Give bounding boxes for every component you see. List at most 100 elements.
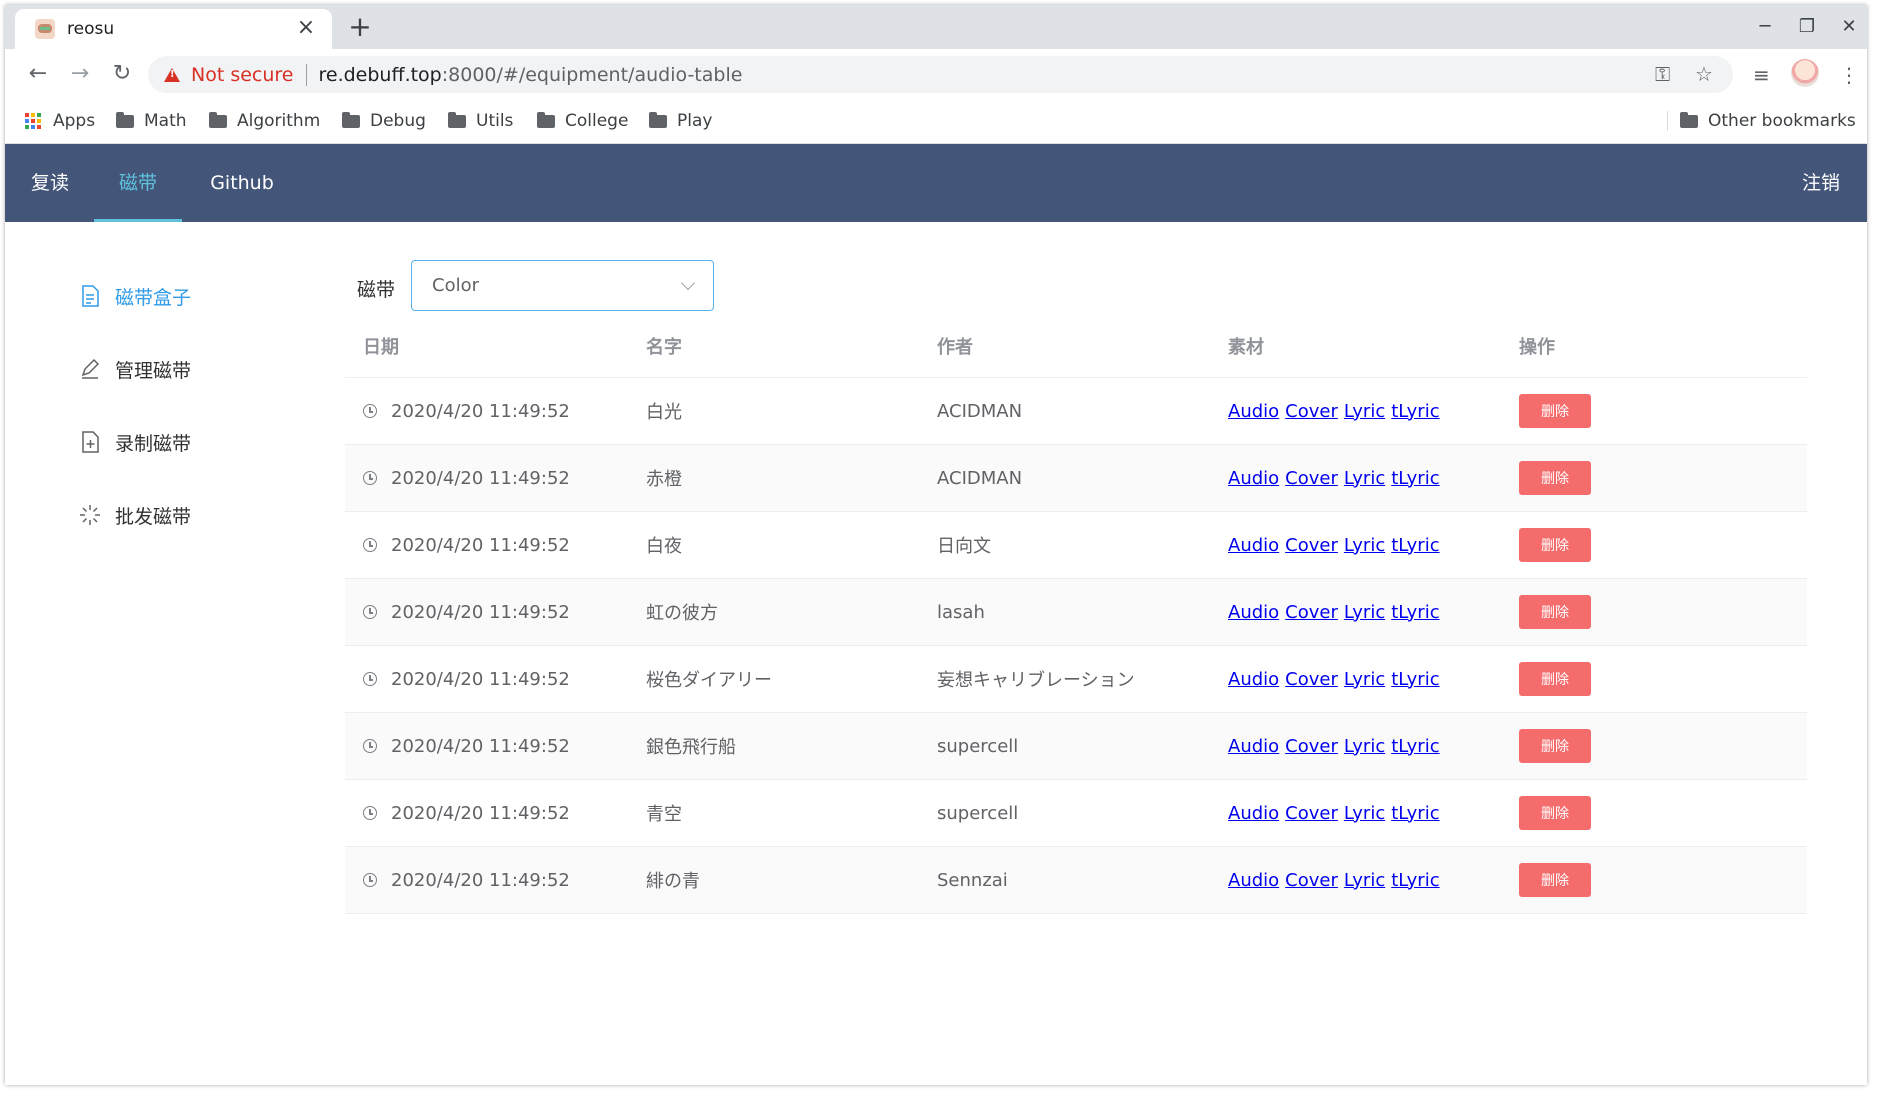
tlyric-link[interactable]: tLyric [1391, 669, 1439, 690]
clock-icon [363, 806, 377, 820]
bookmark-algorithm[interactable]: Algorithm [209, 99, 320, 143]
bookmark-play[interactable]: Play [649, 99, 712, 143]
lyric-link[interactable]: Lyric [1344, 803, 1385, 824]
audio-link[interactable]: Audio [1228, 468, 1279, 489]
bookmark-label: Apps [53, 111, 96, 131]
nav-item-repeat[interactable]: 复读 [5, 144, 95, 222]
lyric-link[interactable]: Lyric [1344, 468, 1385, 489]
delete-button[interactable]: 删除 [1519, 863, 1591, 897]
browser-tab[interactable]: reosu × [15, 9, 332, 49]
table-row: 2020/4/20 11:49:52 白夜 日向文 Audio Cover Lyri… [345, 512, 1807, 579]
minimize-icon[interactable]: ─ [1745, 13, 1785, 41]
sidebar-item-label: 磁带盒子 [115, 286, 192, 309]
sidebar-item-tape-box[interactable]: 磁带盒子 [77, 281, 191, 311]
author-cell: supercell [937, 735, 1019, 757]
bookmark-label: Debug [370, 111, 426, 131]
assets-cell: Audio Cover Lyric tLyric [1218, 401, 1509, 422]
bookmark-debug[interactable]: Debug [342, 99, 426, 143]
author-cell: Sennzai [937, 869, 1008, 891]
folder-icon [116, 111, 134, 128]
cover-link[interactable]: Cover [1285, 401, 1338, 422]
security-indicator[interactable]: Not secure [191, 64, 294, 86]
omnibox-divider [305, 63, 307, 86]
date-cell: 2020/4/20 11:49:52 [345, 669, 636, 690]
actions-cell: 删除 [1509, 394, 1807, 428]
cover-link[interactable]: Cover [1285, 870, 1338, 891]
cover-link[interactable]: Cover [1285, 535, 1338, 556]
bookmark-utils[interactable]: Utils [448, 99, 513, 143]
tlyric-link[interactable]: tLyric [1391, 602, 1439, 623]
tlyric-link[interactable]: tLyric [1391, 870, 1439, 891]
bookmark-other[interactable]: Other bookmarks [1680, 99, 1856, 143]
audio-link[interactable]: Audio [1228, 535, 1279, 556]
chevron-down-icon [680, 275, 696, 290]
tlyric-link[interactable]: tLyric [1391, 803, 1439, 824]
audio-link[interactable]: Audio [1228, 870, 1279, 891]
warning-icon [164, 67, 180, 82]
bookmark-math[interactable]: Math [116, 99, 187, 143]
delete-button[interactable]: 删除 [1519, 461, 1591, 495]
bookmark-college[interactable]: College [537, 99, 628, 143]
bookmark-apps[interactable]: Apps [25, 99, 95, 143]
nav-item-github[interactable]: Github [193, 144, 291, 222]
lyric-link[interactable]: Lyric [1344, 602, 1385, 623]
tlyric-link[interactable]: tLyric [1391, 535, 1439, 556]
delete-button[interactable]: 删除 [1519, 662, 1591, 696]
name-cell: 白夜 [646, 536, 682, 557]
key-icon[interactable]: ⚿ [1655, 62, 1670, 86]
date-text: 2020/4/20 11:49:52 [391, 400, 570, 422]
profile-avatar[interactable] [1791, 59, 1819, 87]
cover-link[interactable]: Cover [1285, 468, 1338, 489]
tape-filter-label: 磁带 [357, 279, 396, 301]
forward-arrow-icon[interactable]: → [63, 57, 97, 91]
table-row: 2020/4/20 11:49:52 桜色ダイアリー 妄想キャリブレーション A… [345, 646, 1807, 713]
url-text[interactable]: re.debuff.top:8000/#/equipment/audio-tab… [319, 64, 743, 86]
date-cell: 2020/4/20 11:49:52 [345, 401, 636, 422]
media-queue-icon[interactable]: ≡ [1753, 63, 1770, 87]
cover-link[interactable]: Cover [1285, 602, 1338, 623]
date-cell: 2020/4/20 11:49:52 [345, 736, 636, 757]
restore-icon[interactable]: ❐ [1787, 13, 1827, 41]
back-arrow-icon[interactable]: ← [21, 57, 55, 91]
sidebar-item-record-tape[interactable]: 录制磁带 [77, 427, 191, 457]
reload-icon[interactable]: ↻ [105, 57, 139, 91]
lyric-link[interactable]: Lyric [1344, 401, 1385, 422]
address-bar[interactable]: Not secure re.debuff.top:8000/#/equipmen… [148, 56, 1733, 93]
star-icon[interactable]: ☆ [1695, 62, 1713, 86]
lyric-link[interactable]: Lyric [1344, 736, 1385, 757]
delete-button[interactable]: 删除 [1519, 528, 1591, 562]
audio-link[interactable]: Audio [1228, 401, 1279, 422]
lyric-link[interactable]: Lyric [1344, 870, 1385, 891]
delete-button[interactable]: 删除 [1519, 729, 1591, 763]
bookmarks-bar: Apps Math Algorithm Debug Utils College … [5, 99, 1867, 144]
clock-icon [363, 672, 377, 686]
delete-button[interactable]: 删除 [1519, 595, 1591, 629]
tlyric-link[interactable]: tLyric [1391, 468, 1439, 489]
cover-link[interactable]: Cover [1285, 669, 1338, 690]
window-close-icon[interactable]: ✕ [1829, 13, 1867, 41]
tlyric-link[interactable]: tLyric [1391, 736, 1439, 757]
delete-button[interactable]: 删除 [1519, 394, 1591, 428]
tlyric-link[interactable]: tLyric [1391, 401, 1439, 422]
audio-link[interactable]: Audio [1228, 803, 1279, 824]
audio-link[interactable]: Audio [1228, 669, 1279, 690]
cover-link[interactable]: Cover [1285, 803, 1338, 824]
logout-button[interactable]: 注销 [1791, 144, 1851, 222]
lyric-link[interactable]: Lyric [1344, 535, 1385, 556]
cover-link[interactable]: Cover [1285, 736, 1338, 757]
tape-select[interactable]: Color [411, 260, 714, 311]
assets-cell: Audio Cover Lyric tLyric [1218, 669, 1509, 690]
assets-cell: Audio Cover Lyric tLyric [1218, 602, 1509, 623]
new-tab-button[interactable]: + [345, 13, 375, 43]
close-icon[interactable]: × [294, 17, 318, 41]
sidebar-item-manage-tape[interactable]: 管理磁带 [77, 354, 191, 384]
audio-link[interactable]: Audio [1228, 602, 1279, 623]
actions-cell: 删除 [1509, 863, 1807, 897]
delete-button[interactable]: 删除 [1519, 796, 1591, 830]
lyric-link[interactable]: Lyric [1344, 669, 1385, 690]
clock-icon [363, 739, 377, 753]
sidebar-item-wholesale-tape[interactable]: 批发磁带 [77, 500, 191, 530]
menu-dots-icon[interactable]: ⋮ [1839, 63, 1859, 87]
audio-link[interactable]: Audio [1228, 736, 1279, 757]
nav-item-tape[interactable]: 磁带 [94, 144, 182, 222]
